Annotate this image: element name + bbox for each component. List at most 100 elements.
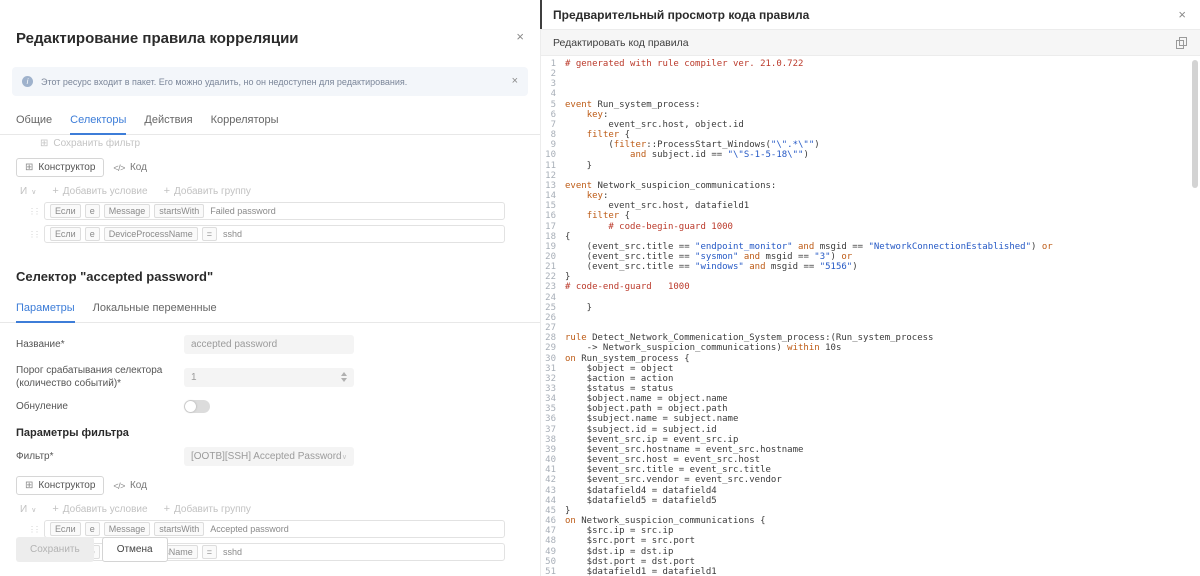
tab-local-variables[interactable]: Локальные переменные: [93, 296, 217, 322]
condition-event-chip[interactable]: e: [84, 522, 100, 536]
plus-icon: +: [52, 185, 59, 197]
edit-code-link[interactable]: Редактировать код правила: [553, 37, 689, 49]
reset-toggle[interactable]: [184, 400, 210, 413]
code-preview-panel: Предварительный просмотр кода правила × …: [540, 0, 1200, 576]
grid-icon: ⊞: [25, 479, 34, 491]
selector-form: Название* accepted password Порог срабат…: [16, 335, 524, 413]
code-scrollbar[interactable]: [1192, 60, 1198, 576]
panel-divider: [540, 0, 542, 29]
condition-value[interactable]: sshd: [223, 547, 242, 557]
add-group-button[interactable]: + Добавить группу: [163, 185, 251, 198]
plus-icon: +: [163, 503, 171, 515]
scrollbar-thumb[interactable]: [1192, 60, 1198, 188]
stepper-arrows-icon[interactable]: [341, 372, 347, 382]
save-button[interactable]: Сохранить: [16, 537, 94, 562]
condition-row: ⋮⋮ Если e Message startsWith Failed pass…: [28, 202, 505, 220]
add-group-label: Добавить группу: [174, 186, 251, 197]
code-label: Код: [129, 162, 147, 173]
condition-if-chip[interactable]: Если: [50, 204, 81, 218]
condition-value[interactable]: sshd: [223, 229, 242, 239]
add-condition-button[interactable]: + Добавить условие: [52, 185, 148, 198]
tab-actions[interactable]: Действия: [144, 108, 192, 134]
code-button[interactable]: </> Код: [104, 476, 156, 495]
selector-heading: Селектор "accepted password": [16, 269, 214, 284]
plus-icon: +: [163, 185, 171, 197]
constructor-button[interactable]: ⊞ Конструктор: [16, 158, 105, 177]
tab-parameters[interactable]: Параметры: [16, 296, 75, 323]
threshold-field-row: Порог срабатывания селектора (количество…: [16, 364, 524, 390]
constructor-button[interactable]: ⊞ Конструктор: [16, 476, 105, 495]
banner-close-icon[interactable]: ×: [512, 76, 518, 87]
condition-value[interactable]: Failed password: [210, 206, 276, 216]
add-group-button[interactable]: + Добавить группу: [163, 503, 251, 516]
constructor-label: Конструктор: [38, 162, 96, 173]
code-lines: 1 # generated with rule compiler ver. 21.…: [545, 59, 1053, 576]
add-condition-label: Добавить условие: [62, 186, 148, 197]
chevron-down-icon: ∨: [31, 506, 37, 514]
operator-label: И: [20, 186, 28, 197]
reset-label: Обнуление: [16, 401, 68, 412]
add-condition-button[interactable]: + Добавить условие: [52, 504, 148, 516]
tab-selectors[interactable]: Селекторы: [70, 108, 127, 135]
stepper-down-icon[interactable]: [341, 378, 347, 382]
page-title: Редактирование правила корреляции: [16, 30, 299, 47]
condition-toolbar-bottom: И ∨ + Добавить условие + Добавить группу: [20, 503, 524, 516]
filter-label: Фильтр*: [16, 451, 54, 462]
code-label: Код: [129, 480, 147, 491]
stepper-up-icon[interactable]: [341, 372, 347, 376]
grid-icon: ⊞: [25, 161, 34, 173]
threshold-stepper[interactable]: 1: [184, 367, 354, 387]
rule-edit-panel: Редактирование правила корреляции × i Эт…: [0, 0, 540, 576]
tab-general[interactable]: Общие: [16, 108, 52, 134]
name-input-value: accepted password: [191, 339, 278, 350]
close-icon[interactable]: ×: [516, 30, 524, 43]
operator-dropdown[interactable]: И ∨: [20, 504, 36, 515]
condition-operator-chip[interactable]: =: [201, 545, 217, 559]
condition-field-chip[interactable]: Message: [103, 204, 151, 218]
builder-mode-toggle-bottom: ⊞ Конструктор </> Код: [16, 476, 524, 495]
filter-field-row: Фильтр* [OOTB][SSH] Accepted Password ∨: [16, 447, 524, 466]
condition-if-chip[interactable]: Если: [50, 522, 81, 536]
code-icon: </>: [113, 480, 125, 491]
condition-value[interactable]: Accepted password: [210, 524, 289, 534]
save-filter-button[interactable]: ⊞ Сохранить фильтр: [40, 138, 524, 149]
info-banner: i Этот ресурс входит в пакет. Его можно …: [12, 67, 528, 96]
condition-box: Если e Message startsWith Failed passwor…: [44, 202, 505, 220]
close-icon[interactable]: ×: [1178, 8, 1186, 21]
add-condition-label: Добавить условие: [62, 504, 148, 515]
main-tabs: Общие Селекторы Действия Корреляторы: [0, 108, 540, 135]
constructor-label: Конструктор: [38, 480, 96, 491]
condition-operator-chip[interactable]: startsWith: [154, 204, 205, 218]
filter-params-heading: Параметры фильтра: [16, 427, 129, 439]
drag-handle-icon[interactable]: ⋮⋮: [28, 230, 41, 239]
filter-select[interactable]: [OOTB][SSH] Accepted Password ∨: [184, 447, 354, 466]
chevron-down-icon: ∨: [341, 453, 347, 461]
condition-operator-chip[interactable]: startsWith: [154, 522, 205, 536]
operator-label: И: [20, 504, 28, 515]
operator-dropdown[interactable]: И ∨: [20, 186, 36, 197]
name-input[interactable]: accepted password: [184, 335, 354, 354]
condition-if-chip[interactable]: Если: [50, 227, 81, 241]
drag-handle-icon[interactable]: ⋮⋮: [28, 525, 41, 534]
cancel-button[interactable]: Отмена: [101, 537, 168, 562]
code-icon: </>: [113, 162, 125, 173]
condition-event-chip[interactable]: e: [84, 204, 100, 218]
tab-correlators[interactable]: Корреляторы: [211, 108, 279, 134]
code-preview-title: Предварительный просмотр кода правила: [553, 7, 810, 22]
add-group-label: Добавить группу: [174, 504, 251, 515]
condition-box: Если e DeviceProcessName = sshd: [44, 225, 505, 243]
condition-field-chip[interactable]: DeviceProcessName: [103, 227, 198, 241]
code-button[interactable]: </> Код: [104, 158, 156, 177]
copy-icon[interactable]: [1176, 37, 1187, 49]
condition-operator-chip[interactable]: =: [201, 227, 217, 241]
drag-handle-icon[interactable]: ⋮⋮: [28, 207, 41, 216]
condition-field-chip[interactable]: Message: [103, 522, 151, 536]
condition-box: Если e Message startsWith Accepted passw…: [44, 520, 505, 538]
info-icon: i: [22, 76, 33, 87]
rule-edit-header: Редактирование правила корреляции ×: [0, 0, 540, 47]
save-filter-label: Сохранить фильтр: [53, 138, 141, 149]
code-editor[interactable]: 1 # generated with rule compiler ver. 21.…: [541, 56, 1200, 576]
app-root: Редактирование правила корреляции × i Эт…: [0, 0, 1200, 576]
condition-event-chip[interactable]: e: [84, 227, 100, 241]
chevron-down-icon: ∨: [31, 188, 37, 196]
